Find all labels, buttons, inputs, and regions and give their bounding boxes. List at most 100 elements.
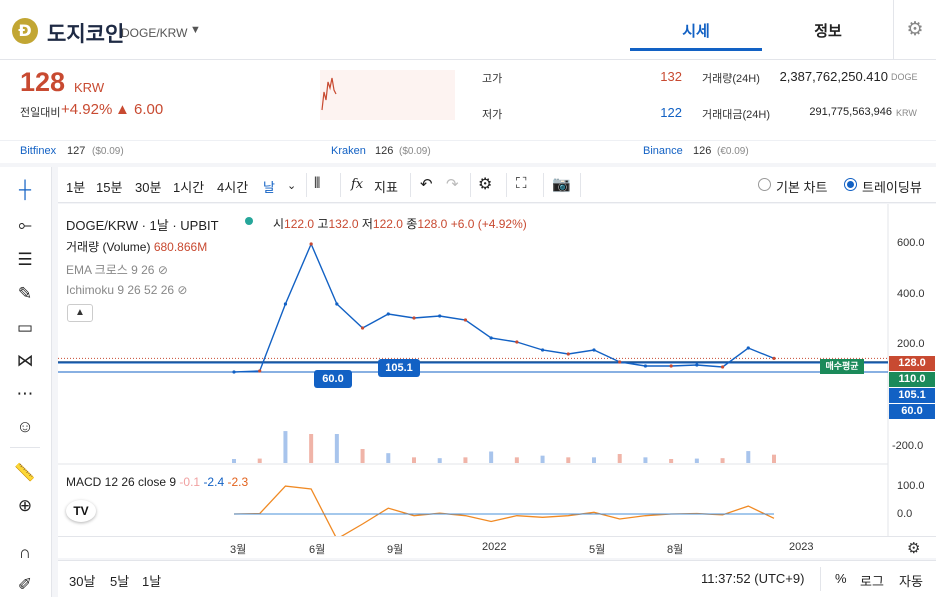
macd-signal-value: -2.3 [227, 475, 249, 489]
settings-icon[interactable]: ⚙ [478, 174, 492, 194]
toolbar-divider [470, 173, 471, 197]
legend-ichimoku[interactable]: Ichimoku 9 26 52 26 ⊘ [66, 283, 187, 297]
ruler-icon[interactable]: 📏 [12, 460, 38, 486]
ema-name: EMA 크로스 9 26 [66, 263, 155, 277]
chevron-down-icon[interactable]: ⌄ [287, 179, 296, 192]
auto-toggle[interactable]: 자동 [899, 571, 923, 590]
drawing-value-box[interactable]: 60.0 [314, 370, 352, 388]
legend-ohlc: 시122.0 고132.0 저122.0 종128.0 +6.0 (+4.92%… [273, 215, 527, 232]
sparkline-line [321, 77, 337, 111]
exchange-kraken[interactable]: Kraken [331, 145, 366, 157]
volume-bar [772, 454, 776, 463]
camera-icon[interactable]: 📷 [552, 175, 571, 193]
volume-bar [412, 457, 416, 463]
volume-bar [257, 458, 262, 463]
clock[interactable]: 11:37:52 (UTC+9) [701, 571, 804, 586]
volume-bar [540, 455, 545, 463]
tab-info[interactable]: 정보 [762, 20, 894, 41]
y-tick: 600.0 [897, 237, 925, 249]
range-1d[interactable]: 1날 [142, 571, 161, 590]
log-toggle[interactable]: 로그 [860, 571, 884, 590]
price-point [592, 348, 596, 352]
volume-bar [746, 451, 751, 463]
low-value: 122 [660, 105, 682, 120]
x-tick: 5월 [589, 544, 606, 556]
volume-bar [592, 457, 596, 463]
volume-bar [463, 457, 468, 463]
prediction-icon[interactable]: ⋯ [12, 381, 38, 407]
market-status-dot [245, 217, 253, 225]
fx-icon[interactable]: fx [351, 177, 363, 192]
macd-tick: 100.0 [897, 480, 925, 492]
y-tick: 200.0 [897, 338, 925, 350]
interval-1m[interactable]: 1분 [66, 177, 85, 196]
legend-ema[interactable]: EMA 크로스 9 26 ⊘ [66, 261, 168, 278]
price-point [463, 318, 468, 322]
coin-pair: DOGE/KRW [121, 26, 188, 40]
toolbar-divider [506, 173, 507, 197]
range-5d[interactable]: 5날 [110, 571, 129, 590]
interval-1h[interactable]: 1시간 [173, 177, 204, 196]
value-amount: 291,775,563,946 [809, 106, 892, 118]
volume-bar [309, 434, 314, 463]
radio-tradingview[interactable] [844, 178, 857, 191]
x-tick: 8월 [667, 544, 684, 556]
pattern-icon[interactable]: ⋈ [12, 348, 38, 374]
exchange-binance[interactable]: Binance [643, 145, 683, 157]
price-point [489, 336, 493, 340]
undo-icon[interactable]: ↶ [420, 175, 433, 193]
macd-signal-line [233, 485, 775, 536]
brush-icon[interactable]: ✎ [12, 281, 38, 307]
radio-basic-chart[interactable] [758, 178, 771, 191]
coin-name[interactable]: 도지코인 [47, 18, 124, 48]
price-point [746, 346, 750, 350]
exchange-sub: ($0.09) [92, 146, 124, 157]
price-series-line [233, 242, 775, 373]
high-label: 고가 [482, 73, 503, 85]
price-unit: KRW [74, 80, 105, 95]
fullscreen-icon[interactable]: ⛶ [516, 175, 527, 192]
basic-chart-label[interactable]: 기본 차트 [776, 177, 827, 196]
collapse-legend-button[interactable]: ▲ [67, 304, 93, 322]
interval-day[interactable]: 날 [263, 177, 275, 196]
gear-icon[interactable]: ⚙ [893, 0, 936, 60]
annotation-icon[interactable]: ▭ [12, 315, 38, 341]
ohlc-open: 122.0 [284, 217, 315, 231]
price-point [309, 242, 313, 246]
fib-lines-icon[interactable]: ☰ [12, 247, 38, 273]
macd-line-value: -2.4 [203, 475, 225, 489]
percent-toggle[interactable]: % [835, 571, 847, 586]
pencil-lock-icon[interactable]: ✐ [12, 572, 38, 597]
drawing-toolbar: ┼ ⟜ ☰ ✎ ▭ ⋈ ⋯ ☺ 📏 ⊕ ∩ ✐ [0, 167, 52, 597]
tradingview-label[interactable]: 트레이딩뷰 [862, 177, 922, 196]
chevron-down-icon[interactable]: ▼ [190, 24, 201, 36]
tradingview-logo-icon[interactable]: TV [66, 500, 96, 522]
interval-30m[interactable]: 30분 [135, 177, 161, 196]
tab-price[interactable]: 시세 [630, 20, 762, 41]
ohlc-high: 132.0 [328, 217, 359, 231]
exchange-bitfinex[interactable]: Bitfinex [20, 145, 56, 157]
price-chart[interactable]: DOGE/KRW · 1날 · UPBIT 시122.0 고132.0 저122… [58, 204, 936, 536]
trend-line-icon[interactable]: ⟜ [12, 212, 38, 238]
range-30d[interactable]: 30날 [69, 571, 95, 590]
ohlc-close-label: 종 [406, 217, 418, 231]
gear-icon[interactable]: ⚙ [907, 539, 920, 557]
zoom-in-icon[interactable]: ⊕ [12, 493, 38, 519]
redo-icon[interactable]: ↷ [446, 175, 459, 193]
drawing-value-box[interactable]: 105.1 [378, 359, 420, 377]
emoji-icon[interactable]: ☺ [12, 414, 38, 440]
toolbar-divider [543, 173, 544, 197]
volume-bar [694, 458, 699, 463]
crosshair-icon[interactable]: ┼ [12, 177, 38, 203]
current-price-tag: 128.0 [889, 356, 935, 371]
eye-off-icon[interactable]: ⊘ [177, 283, 187, 297]
volume-bar [720, 458, 725, 463]
candle-style-icon[interactable]: ⫴ [314, 175, 320, 192]
interval-15m[interactable]: 15분 [96, 177, 122, 196]
interval-4h[interactable]: 4시간 [217, 177, 248, 196]
indicators-button[interactable]: 지표 [374, 177, 398, 196]
eye-off-icon[interactable]: ⊘ [158, 263, 168, 277]
volume-value: 2,387,762,250.410 [779, 69, 888, 84]
magnet-icon[interactable]: ∩ [12, 540, 38, 566]
price-point [438, 314, 442, 318]
